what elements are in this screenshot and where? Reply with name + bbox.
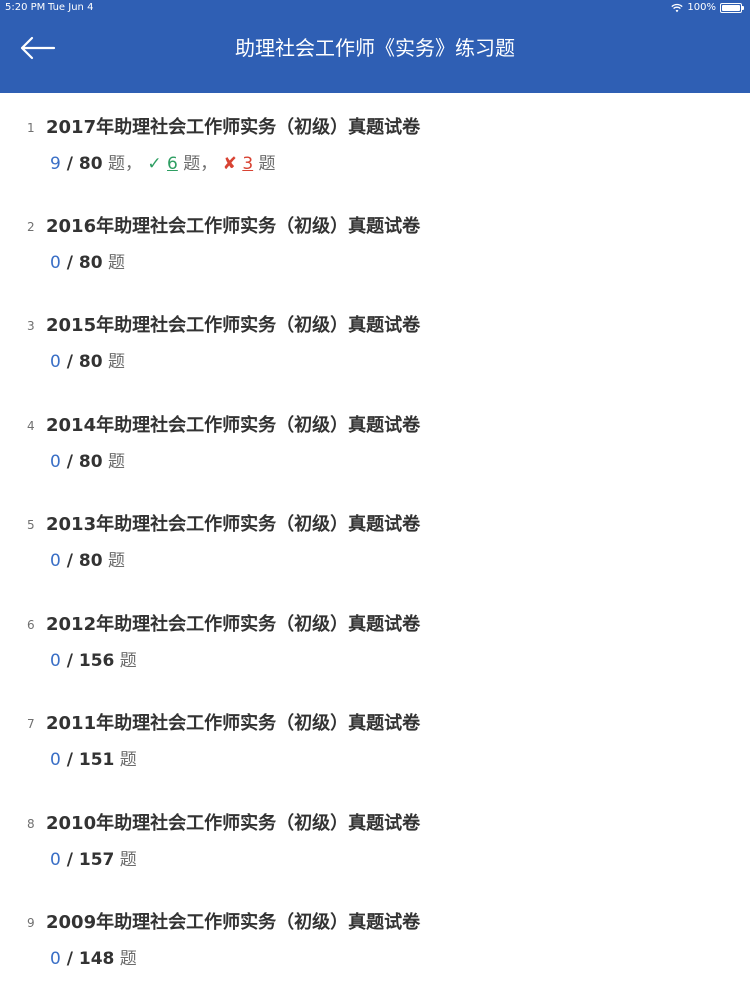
separator: / (60, 452, 79, 472)
item-title: 2016年助理社会工作师实务（初级）真题试卷 (46, 216, 421, 237)
item-stats: 0 / 80 题 (50, 248, 125, 273)
done-count: 0 (50, 551, 61, 571)
item-stats: 0 / 157 题 (50, 845, 137, 870)
separator: / (60, 949, 79, 969)
wifi-icon (671, 3, 684, 13)
item-index: 2 (27, 220, 35, 234)
total-count: 151 (78, 750, 115, 770)
unit-label: 题 (102, 253, 125, 273)
total-count: 80 (78, 551, 103, 571)
done-count: 0 (50, 352, 61, 372)
separator: / (60, 651, 79, 671)
item-stats: 0 / 151 题 (50, 745, 137, 770)
item-stats: 0 / 80 题 (50, 447, 125, 472)
item-title: 2014年助理社会工作师实务（初级）真题试卷 (46, 415, 421, 436)
battery-percent: 100% (687, 2, 716, 13)
comma: ， (200, 154, 218, 174)
wrong-unit: 题 (253, 154, 276, 174)
wrong-stat: ✘ 3 (223, 154, 253, 174)
unit-label: 题 (114, 651, 137, 671)
done-count: 0 (50, 651, 61, 671)
item-title: 2013年助理社会工作师实务（初级）真题试卷 (46, 514, 421, 535)
unit-label: 题 (102, 154, 125, 174)
item-title: 2009年助理社会工作师实务（初级）真题试卷 (46, 912, 421, 933)
status-date: Tue Jun 4 (48, 2, 94, 13)
item-index: 4 (27, 419, 35, 433)
item-index: 6 (27, 618, 35, 632)
separator: / (60, 352, 79, 372)
item-index: 3 (27, 319, 35, 333)
separator: / (60, 850, 79, 870)
total-count: 148 (78, 949, 115, 969)
wrong-count: 3 (242, 154, 254, 174)
done-count: 0 (50, 949, 61, 969)
separator: / (60, 253, 79, 273)
battery-fill (722, 5, 740, 11)
item-title: 2012年助理社会工作师实务（初级）真题试卷 (46, 614, 421, 635)
exam-item-9[interactable]: 9 2009年助理社会工作师实务（初级）真题试卷 0 / 148 题 (0, 888, 750, 984)
separator: / (60, 154, 79, 174)
item-title: 2015年助理社会工作师实务（初级）真题试卷 (46, 315, 421, 336)
item-stats: 9 / 80 题， ✓ 6 题， ✘ 3 题 (50, 149, 276, 174)
total-count: 156 (78, 651, 115, 671)
exam-item-1[interactable]: 1 2017年助理社会工作师实务（初级）真题试卷 9 / 80 题， ✓ 6 题… (0, 93, 750, 189)
item-stats: 0 / 156 题 (50, 646, 137, 671)
done-count: 0 (50, 850, 61, 870)
unit-label: 题 (102, 452, 125, 472)
total-count: 80 (78, 253, 103, 273)
exam-item-5[interactable]: 5 2013年助理社会工作师实务（初级）真题试卷 0 / 80 题 (0, 490, 750, 586)
item-title: 2010年助理社会工作师实务（初级）真题试卷 (46, 813, 421, 834)
item-index: 1 (27, 121, 35, 135)
check-icon: ✓ (147, 154, 162, 174)
item-title: 2011年助理社会工作师实务（初级）真题试卷 (46, 713, 421, 734)
item-index: 7 (27, 717, 35, 731)
cross-icon: ✘ (222, 154, 237, 174)
status-bar: 5:20 PM Tue Jun 4 100% (0, 0, 750, 16)
unit-label: 题 (114, 750, 137, 770)
separator: / (60, 750, 79, 770)
correct-count: 6 (167, 154, 178, 174)
battery-icon (720, 3, 744, 13)
separator: / (60, 551, 79, 571)
item-stats: 0 / 148 题 (50, 944, 137, 969)
total-count: 80 (78, 154, 103, 174)
done-count: 9 (50, 154, 61, 174)
item-index: 9 (27, 916, 35, 930)
done-count: 0 (50, 253, 61, 273)
item-stats: 0 / 80 题 (50, 546, 125, 571)
page-title: 助理社会工作师《实务》练习题 (235, 36, 515, 60)
unit-label: 题 (102, 352, 125, 372)
unit-label: 题 (102, 551, 125, 571)
exam-item-2[interactable]: 2 2016年助理社会工作师实务（初级）真题试卷 0 / 80 题 (0, 192, 750, 288)
top-bar: 5:20 PM Tue Jun 4 100% 助理社会工作师《实务》练习题 (0, 0, 750, 93)
status-right: 100% (671, 0, 744, 16)
correct-stat: ✓ 6 (147, 154, 177, 174)
exam-item-4[interactable]: 4 2014年助理社会工作师实务（初级）真题试卷 0 / 80 题 (0, 391, 750, 487)
exam-item-7[interactable]: 7 2011年助理社会工作师实务（初级）真题试卷 0 / 151 题 (0, 689, 750, 785)
done-count: 0 (50, 750, 61, 770)
total-count: 157 (78, 850, 115, 870)
item-index: 5 (27, 518, 35, 532)
total-count: 80 (78, 452, 103, 472)
exam-item-6[interactable]: 6 2012年助理社会工作师实务（初级）真题试卷 0 / 156 题 (0, 590, 750, 686)
unit-label: 题 (114, 850, 137, 870)
total-count: 80 (78, 352, 103, 372)
comma: ， (124, 154, 142, 174)
exam-item-8[interactable]: 8 2010年助理社会工作师实务（初级）真题试卷 0 / 157 题 (0, 789, 750, 885)
item-title: 2017年助理社会工作师实务（初级）真题试卷 (46, 117, 421, 138)
exam-item-3[interactable]: 3 2015年助理社会工作师实务（初级）真题试卷 0 / 80 题 (0, 291, 750, 387)
item-stats: 0 / 80 题 (50, 347, 125, 372)
status-time: 5:20 PM (5, 2, 46, 13)
unit-label: 题 (114, 949, 137, 969)
done-count: 0 (50, 452, 61, 472)
correct-unit: 题 (177, 154, 201, 174)
item-index: 8 (27, 817, 35, 831)
